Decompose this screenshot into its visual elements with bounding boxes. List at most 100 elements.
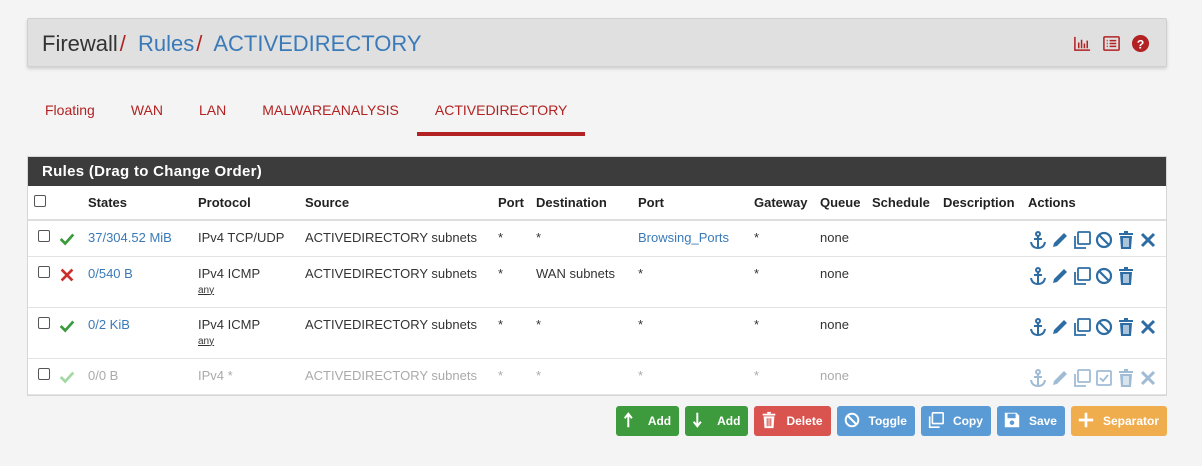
protocol-cell: IPv4 TCP/UDP	[194, 220, 301, 257]
delete-button[interactable]: Delete	[754, 406, 831, 436]
rules-table: States Protocol Source Port Destination …	[28, 186, 1166, 395]
schedule-cell	[868, 307, 939, 359]
table-row[interactable]: 0/2 KiB IPv4 ICMP any ACTIVEDIRECTORY sub…	[28, 307, 1166, 359]
close-icon[interactable]	[1138, 230, 1158, 250]
copy-icon[interactable]	[1072, 317, 1092, 337]
destination-port-cell: *	[634, 358, 750, 395]
anchor-icon[interactable]	[1028, 368, 1048, 388]
col-gateway: Gateway	[750, 186, 816, 221]
row-actions	[1028, 368, 1162, 388]
close-icon[interactable]	[1138, 317, 1158, 337]
icmp-type-link[interactable]: any	[198, 285, 297, 296]
panel-title: Rules (Drag to Change Order)	[28, 157, 1166, 186]
states-link[interactable]: 0/2 KiB	[88, 317, 130, 332]
disable-icon[interactable]	[1094, 317, 1114, 337]
table-row[interactable]: 37/304.52 MiB IPv4 TCP/UDP ACTIVEDIRECTO…	[28, 220, 1166, 257]
description-cell	[939, 256, 1024, 308]
anchor-icon[interactable]	[1028, 266, 1048, 286]
trash-icon[interactable]	[1116, 368, 1136, 388]
schedule-cell	[868, 220, 939, 257]
destination-cell: *	[532, 220, 634, 257]
edit-icon[interactable]	[1050, 317, 1070, 337]
copy-icon[interactable]	[1072, 266, 1092, 286]
save-icon	[1003, 411, 1021, 432]
add-top-label: Add	[647, 414, 672, 428]
col-queue: Queue	[816, 186, 868, 221]
chart-icon[interactable]	[1073, 34, 1092, 53]
protocol-value: IPv4 ICMP	[198, 265, 261, 281]
toggle-label: Toggle	[868, 414, 907, 428]
destination-port-cell: *	[634, 307, 750, 359]
breadcrumb-rules[interactable]: Rules	[138, 31, 194, 56]
button-bar: Add Add Delete Toggle Copy Save Separato…	[615, 406, 1167, 436]
breadcrumb-separator: /	[196, 31, 203, 56]
interface-tabs: Floating WAN LAN MALWAREANALYSIS ACTIVED…	[27, 92, 585, 136]
col-states: States	[84, 186, 194, 221]
gateway-cell: *	[750, 358, 816, 395]
breadcrumb-separator: /	[119, 31, 126, 56]
select-all-checkbox[interactable]	[34, 195, 46, 207]
copy-icon[interactable]	[1072, 368, 1092, 388]
tab-floating[interactable]: Floating	[27, 92, 113, 136]
states-link[interactable]: 0/540 B	[88, 266, 133, 281]
edit-icon[interactable]	[1050, 368, 1070, 388]
edit-icon[interactable]	[1050, 266, 1070, 286]
description-cell	[939, 220, 1024, 257]
row-checkbox[interactable]	[38, 265, 50, 278]
separator-button[interactable]: Separator	[1070, 406, 1167, 436]
save-button[interactable]: Save	[996, 406, 1065, 436]
col-protocol: Protocol	[194, 186, 301, 221]
arrow-down-icon	[691, 411, 709, 432]
separator-label: Separator	[1102, 414, 1159, 428]
gateway-cell: *	[750, 256, 816, 308]
col-destination-port: Port	[634, 186, 750, 221]
trash-icon[interactable]	[1116, 230, 1136, 250]
col-destination: Destination	[532, 186, 634, 221]
check-icon	[58, 320, 76, 338]
tab-wan[interactable]: WAN	[113, 92, 181, 136]
tab-malwareanalysis[interactable]: MALWAREANALYSIS	[244, 92, 417, 136]
copy-icon[interactable]	[1072, 230, 1092, 250]
disable-icon[interactable]	[1094, 266, 1114, 286]
ban-icon	[843, 411, 861, 432]
tab-lan[interactable]: LAN	[181, 92, 244, 136]
rules-panel: Rules (Drag to Change Order) States Prot…	[27, 156, 1167, 396]
add-top-button[interactable]: Add	[615, 406, 680, 436]
protocol-cell: IPv4 ICMP any	[194, 256, 301, 308]
states-link[interactable]: 0/0 B	[88, 368, 118, 383]
table-row[interactable]: 0/540 B IPv4 ICMP any ACTIVEDIRECTORY sub…	[28, 256, 1166, 308]
table-row[interactable]: 0/0 B IPv4 * ACTIVEDIRECTORY subnets * *…	[28, 358, 1166, 395]
trash-icon[interactable]	[1116, 317, 1136, 337]
edit-icon[interactable]	[1050, 230, 1070, 250]
destination-port-link[interactable]: Browsing_Ports	[638, 230, 729, 245]
row-checkbox[interactable]	[38, 316, 50, 329]
plus-icon	[1077, 411, 1095, 432]
tab-activedirectory[interactable]: ACTIVEDIRECTORY	[416, 92, 586, 136]
help-icon[interactable]: ?	[1131, 34, 1150, 53]
icmp-type-link[interactable]: any	[198, 336, 297, 347]
queue-cell: none	[816, 358, 868, 395]
block-x-icon	[58, 268, 76, 287]
queue-cell: none	[816, 256, 868, 308]
enable-icon[interactable]	[1094, 368, 1114, 388]
states-link[interactable]: 37/304.52 MiB	[88, 230, 172, 245]
row-checkbox[interactable]	[38, 367, 50, 380]
trash-icon	[760, 411, 778, 432]
row-checkbox[interactable]	[38, 230, 50, 242]
schedule-cell	[868, 358, 939, 395]
close-icon[interactable]	[1138, 368, 1158, 388]
col-actions: Actions	[1024, 186, 1166, 221]
anchor-icon[interactable]	[1028, 317, 1048, 337]
source-cell: ACTIVEDIRECTORY subnets	[301, 307, 494, 359]
add-bottom-button[interactable]: Add	[685, 406, 749, 436]
breadcrumb-activedirectory[interactable]: ACTIVEDIRECTORY	[213, 31, 421, 56]
anchor-icon[interactable]	[1028, 230, 1048, 250]
row-actions	[1028, 230, 1162, 250]
disable-icon[interactable]	[1094, 230, 1114, 250]
toggle-button[interactable]: Toggle	[836, 406, 915, 436]
destination-port-cell: *	[634, 256, 750, 308]
add-bottom-label: Add	[717, 414, 741, 428]
trash-icon[interactable]	[1116, 266, 1136, 286]
list-icon[interactable]	[1102, 34, 1121, 53]
copy-button[interactable]: Copy	[920, 406, 991, 436]
